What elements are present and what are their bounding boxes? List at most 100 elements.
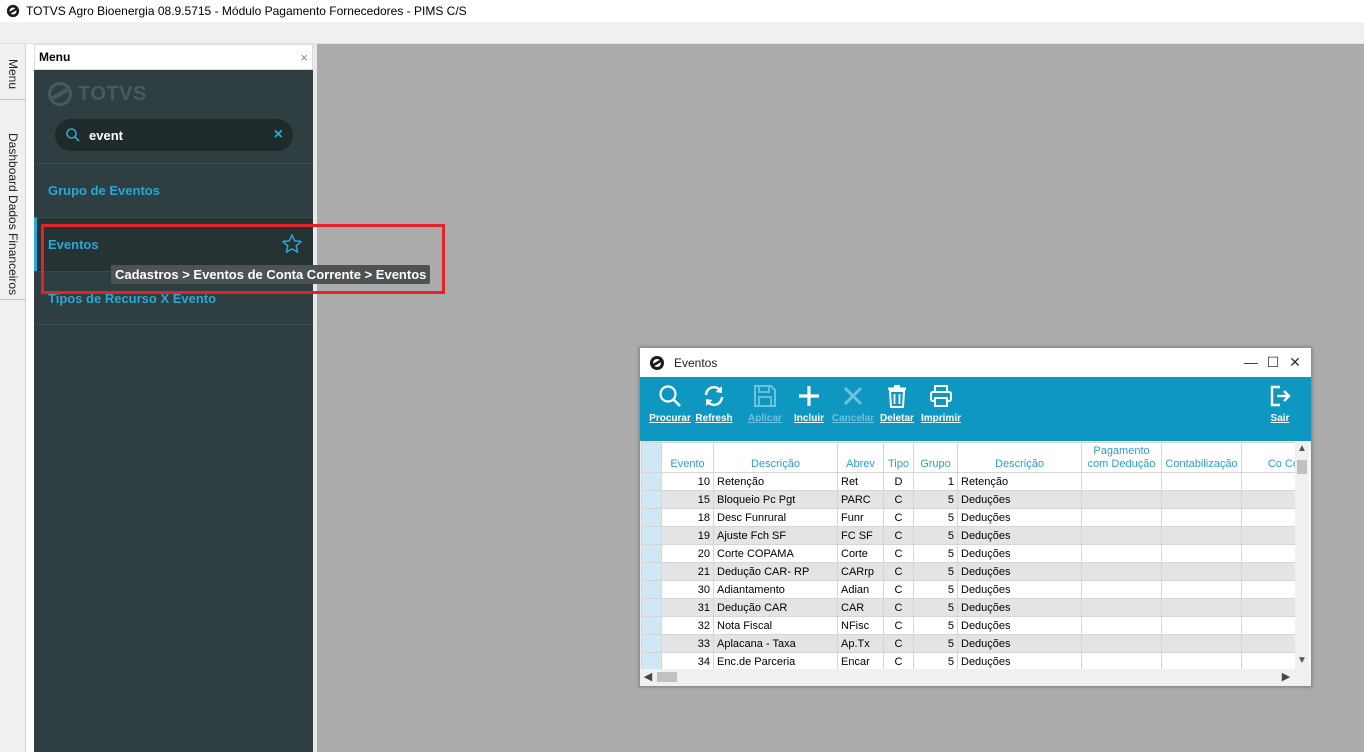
menu-search[interactable]: × <box>55 119 293 151</box>
row-selector[interactable] <box>641 526 662 545</box>
aplicar-button[interactable]: Aplicar <box>742 383 788 435</box>
cell-descricao[interactable]: Dedução CAR <box>713 598 838 617</box>
cell-descricao-grupo[interactable]: Retenção <box>957 472 1082 491</box>
col-pagamento-com-deducao[interactable]: Pagamento com Dedução <box>1081 442 1162 473</box>
cell-descricao-grupo[interactable]: Deduções <box>957 634 1082 653</box>
cell-grupo[interactable]: 5 <box>913 562 958 581</box>
menu-search-input[interactable] <box>89 127 274 143</box>
cell-evento[interactable]: 20 <box>661 544 714 563</box>
cell-evento[interactable]: 18 <box>661 508 714 527</box>
cell-descricao[interactable]: Corte COPAMA <box>713 544 838 563</box>
table-row[interactable]: 32 Nota Fiscal NFisc C 5 Deduções <box>641 616 1302 635</box>
cell-pagamento[interactable] <box>1081 616 1162 635</box>
cell-evento[interactable]: 30 <box>661 580 714 599</box>
col-contabilizacao[interactable]: Contabilização <box>1161 442 1242 473</box>
cell-grupo[interactable]: 5 <box>913 490 958 509</box>
cell-descricao-grupo[interactable]: Deduções <box>957 598 1082 617</box>
cell-evento[interactable]: 31 <box>661 598 714 617</box>
cell-abrev[interactable]: FC SF <box>837 526 884 545</box>
scroll-left-icon[interactable]: ◀ <box>641 669 655 685</box>
cell-descricao[interactable]: Desc Funrural <box>713 508 838 527</box>
cell-tipo[interactable]: C <box>883 598 914 617</box>
cell-descricao[interactable]: Adiantamento <box>713 580 838 599</box>
horizontal-scrollbar[interactable]: ◀ ▶ <box>641 669 1310 685</box>
close-window-button[interactable]: ✕ <box>1286 353 1304 371</box>
vertical-scroll-thumb[interactable] <box>1297 460 1307 474</box>
cell-pagamento[interactable] <box>1081 490 1162 509</box>
scroll-down-icon[interactable]: ▼ <box>1295 654 1309 668</box>
cell-grupo[interactable]: 5 <box>913 634 958 653</box>
row-selector[interactable] <box>641 580 662 599</box>
cell-descricao-grupo[interactable]: Deduções <box>957 544 1082 563</box>
cell-descricao[interactable]: Nota Fiscal <box>713 616 838 635</box>
cell-evento[interactable]: 19 <box>661 526 714 545</box>
menu-item-eventos[interactable]: Eventos <box>34 217 313 271</box>
cell-contabilizacao[interactable] <box>1161 634 1242 653</box>
row-selector[interactable] <box>641 634 662 653</box>
cell-contabilizacao[interactable] <box>1161 652 1242 669</box>
cell-descricao-grupo[interactable]: Deduções <box>957 616 1082 635</box>
cell-grupo[interactable]: 1 <box>913 472 958 491</box>
cell-descricao[interactable]: Aplacana - Taxa <box>713 634 838 653</box>
cell-partial[interactable] <box>1241 472 1302 491</box>
table-row[interactable]: 20 Corte COPAMA Corte C 5 Deduções <box>641 544 1302 563</box>
table-row[interactable]: 15 Bloqueio Pc Pgt PARC C 5 Deduções <box>641 490 1302 509</box>
cell-evento[interactable]: 10 <box>661 472 714 491</box>
table-row[interactable]: 21 Dedução CAR- RP CARrp C 5 Deduções <box>641 562 1302 581</box>
cell-evento[interactable]: 15 <box>661 490 714 509</box>
cell-tipo[interactable]: C <box>883 616 914 635</box>
cell-grupo[interactable]: 5 <box>913 508 958 527</box>
row-selector[interactable] <box>641 562 662 581</box>
cell-abrev[interactable]: CARrp <box>837 562 884 581</box>
cell-tipo[interactable]: C <box>883 544 914 563</box>
imprimir-button[interactable]: Imprimir <box>918 383 964 435</box>
col-descricao-grupo[interactable]: Descrição <box>957 442 1082 473</box>
side-tab-dashboard[interactable]: Dashboard Dados Financeiros <box>0 130 26 300</box>
cell-contabilizacao[interactable] <box>1161 562 1242 581</box>
cell-evento[interactable]: 33 <box>661 634 714 653</box>
row-selector[interactable] <box>641 652 662 669</box>
cell-grupo[interactable]: 5 <box>913 526 958 545</box>
procurar-button[interactable]: Procurar <box>647 383 693 435</box>
cell-evento[interactable]: 21 <box>661 562 714 581</box>
horizontal-scroll-thumb[interactable] <box>657 672 677 682</box>
cell-abrev[interactable]: Encar <box>837 652 884 669</box>
cell-abrev[interactable]: PARC <box>837 490 884 509</box>
col-partial[interactable]: Co Co <box>1241 442 1302 473</box>
cell-grupo[interactable]: 5 <box>913 544 958 563</box>
row-selector[interactable] <box>641 616 662 635</box>
cell-contabilizacao[interactable] <box>1161 508 1242 527</box>
cell-pagamento[interactable] <box>1081 508 1162 527</box>
cell-grupo[interactable]: 5 <box>913 652 958 669</box>
cell-descricao[interactable]: Retenção <box>713 472 838 491</box>
table-row[interactable]: 30 Adiantamento Adian C 5 Deduções <box>641 580 1302 599</box>
cell-partial[interactable] <box>1241 598 1302 617</box>
scroll-up-icon[interactable]: ▲ <box>1295 442 1309 456</box>
row-selector[interactable] <box>641 472 662 491</box>
cell-contabilizacao[interactable] <box>1161 598 1242 617</box>
cell-grupo[interactable]: 5 <box>913 598 958 617</box>
table-row[interactable]: 10 Retenção Ret D 1 Retenção <box>641 472 1302 491</box>
cell-abrev[interactable]: Funr <box>837 508 884 527</box>
col-evento[interactable]: Evento <box>661 442 714 473</box>
side-tab-menu[interactable]: Menu <box>0 50 26 100</box>
menu-item-grupo-de-eventos[interactable]: Grupo de Eventos <box>34 163 313 217</box>
cell-pagamento[interactable] <box>1081 544 1162 563</box>
cell-descricao[interactable]: Dedução CAR- RP <box>713 562 838 581</box>
cell-pagamento[interactable] <box>1081 472 1162 491</box>
row-selector[interactable] <box>641 598 662 617</box>
cell-contabilizacao[interactable] <box>1161 490 1242 509</box>
cell-abrev[interactable]: Adian <box>837 580 884 599</box>
cell-descricao-grupo[interactable]: Deduções <box>957 508 1082 527</box>
col-descricao[interactable]: Descrição <box>713 442 838 473</box>
cell-descricao[interactable]: Ajuste Fch SF <box>713 526 838 545</box>
cell-abrev[interactable]: Ap.Tx <box>837 634 884 653</box>
cell-tipo[interactable]: D <box>883 472 914 491</box>
table-row[interactable]: 18 Desc Funrural Funr C 5 Deduções <box>641 508 1302 527</box>
cell-abrev[interactable]: Corte <box>837 544 884 563</box>
cell-contabilizacao[interactable] <box>1161 616 1242 635</box>
cell-contabilizacao[interactable] <box>1161 544 1242 563</box>
cell-contabilizacao[interactable] <box>1161 526 1242 545</box>
cell-pagamento[interactable] <box>1081 652 1162 669</box>
cell-evento[interactable]: 32 <box>661 616 714 635</box>
